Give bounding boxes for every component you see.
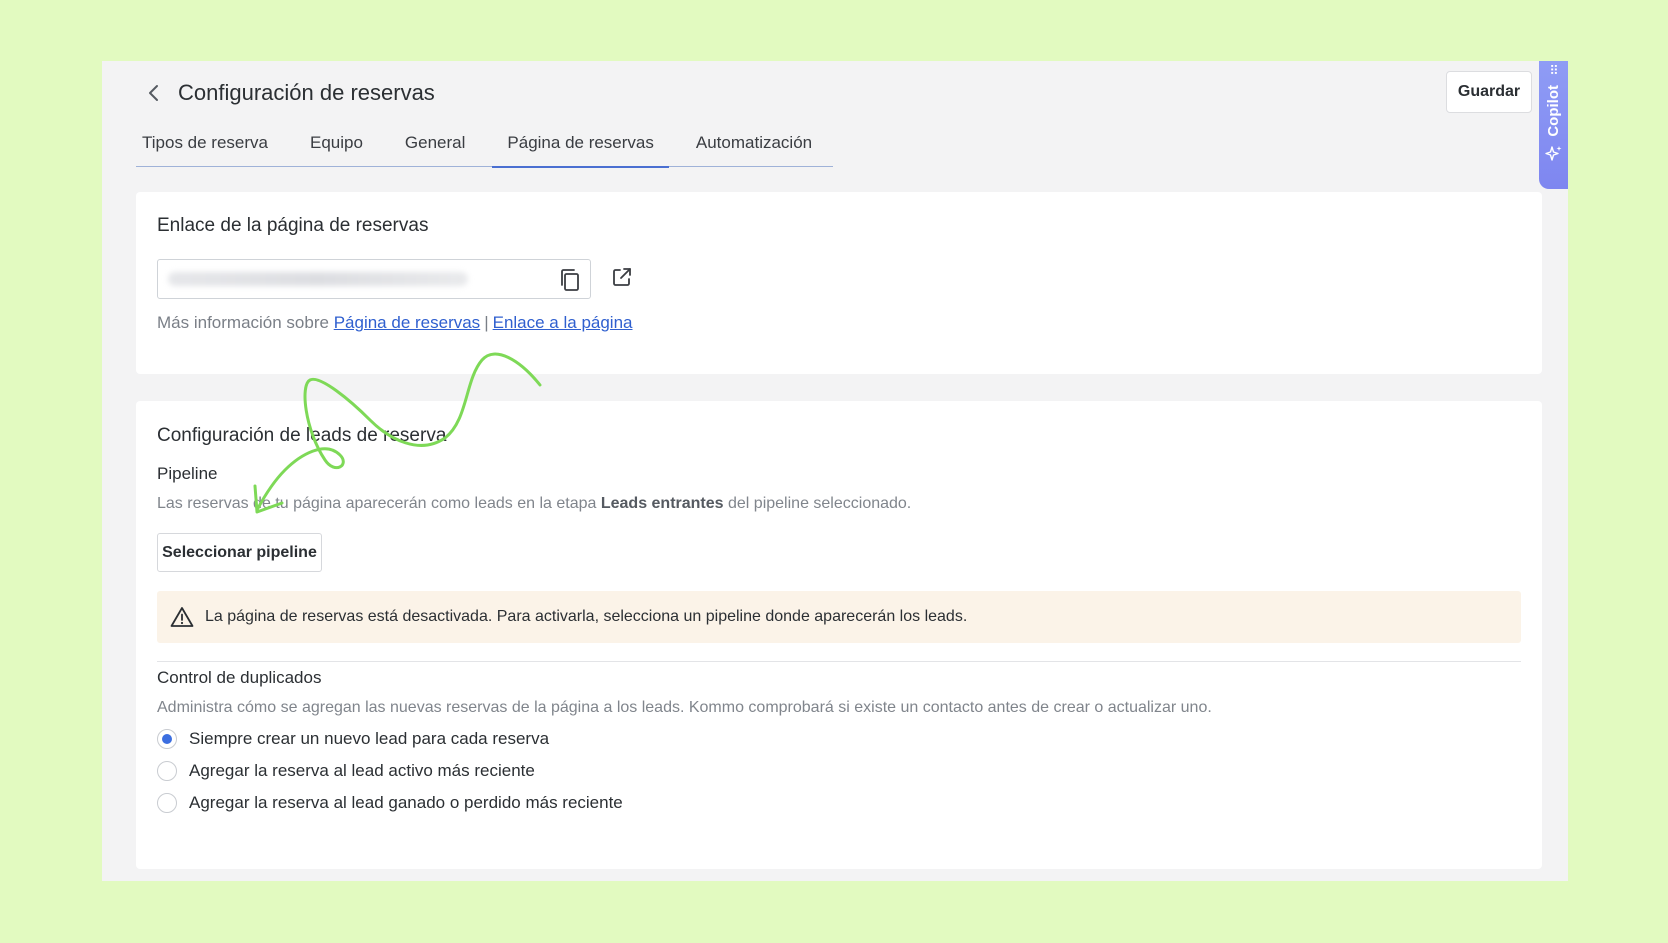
page-title: Configuración de reservas [178,80,435,105]
pipeline-description: Las reservas de tu página aparecerán com… [157,495,911,513]
radio-option-won-lost-lead[interactable]: Agregar la reserva al lead ganado o perd… [157,791,623,815]
sparkle-icon [1544,145,1561,161]
copilot-label: Copilot [1545,85,1562,137]
tab-pagina-de-reservas[interactable]: Página de reservas [486,123,674,168]
copy-icon [561,269,579,291]
copy-link-button[interactable] [556,266,584,294]
link-separator: | [484,313,489,332]
pipeline-desc-before: Las reservas de tu página aparecerán com… [157,495,601,512]
booking-link-card: Enlace de la página de reservas Más info… [136,192,1542,374]
warning-icon [169,604,195,630]
tab-general[interactable]: General [384,123,486,167]
radio-option-active-lead[interactable]: Agregar la reserva al lead activo más re… [157,759,535,783]
chevron-left-icon [149,85,158,101]
blurred-link-value [168,272,468,286]
page-header: Configuración de reservas Guardar Tipos … [102,61,1568,186]
save-button[interactable]: Guardar [1446,71,1532,113]
radio-option-label: Agregar la reserva al lead activo más re… [189,761,535,780]
booking-page-help-link[interactable]: Página de reservas [334,313,480,332]
pipeline-desc-stage: Leads entrantes [600,495,724,512]
external-link-icon [613,268,631,286]
tab-equipo[interactable]: Equipo [289,123,384,167]
radio-option-label: Siempre crear un nuevo lead para cada re… [189,729,550,748]
page-link-help-link[interactable]: Enlace a la página [493,313,633,332]
tab-tipos-de-reserva[interactable]: Tipos de reserva [136,123,289,167]
more-info-text: Más información sobre Página de reservas… [157,313,633,333]
radio-option-new-lead[interactable]: Siempre crear un nuevo lead para cada re… [157,727,549,751]
radio-button[interactable] [157,729,177,749]
radio-button[interactable] [157,761,177,781]
copilot-panel-toggle[interactable]: ⠿ Copilot [1539,61,1568,189]
leads-config-title: Configuración de leads de reserva [157,425,447,446]
duplicates-description: Administra cómo se agregan las nuevas re… [157,699,1212,716]
radio-option-label: Agregar la reserva al lead ganado o perd… [189,793,623,812]
warning-text: La página de reservas está desactivada. … [205,608,968,625]
booking-link-title: Enlace de la página de reservas [157,215,429,236]
warning-banner: La página de reservas está desactivada. … [157,591,1521,643]
leads-config-card: Configuración de leads de reserva Pipeli… [136,401,1542,869]
pipeline-desc-after: del pipeline seleccionado. [723,495,912,512]
booking-link-field[interactable] [157,259,591,299]
tab-bar: Tipos de reserva Equipo General Página d… [136,123,834,168]
drag-handle-icon[interactable]: ⠿ [1549,64,1558,77]
app-window: Configuración de reservas Guardar Tipos … [102,61,1568,881]
select-pipeline-button[interactable]: Seleccionar pipeline [157,533,322,572]
tab-automatizacion[interactable]: Automatización [675,123,833,167]
open-link-button[interactable] [608,263,636,291]
radio-button[interactable] [157,793,177,813]
duplicates-label: Control de duplicados [157,668,322,687]
back-button[interactable] [140,79,168,107]
section-divider [157,661,1521,662]
more-info-prefix: Más información sobre [157,313,329,332]
pipeline-label: Pipeline [157,464,218,483]
